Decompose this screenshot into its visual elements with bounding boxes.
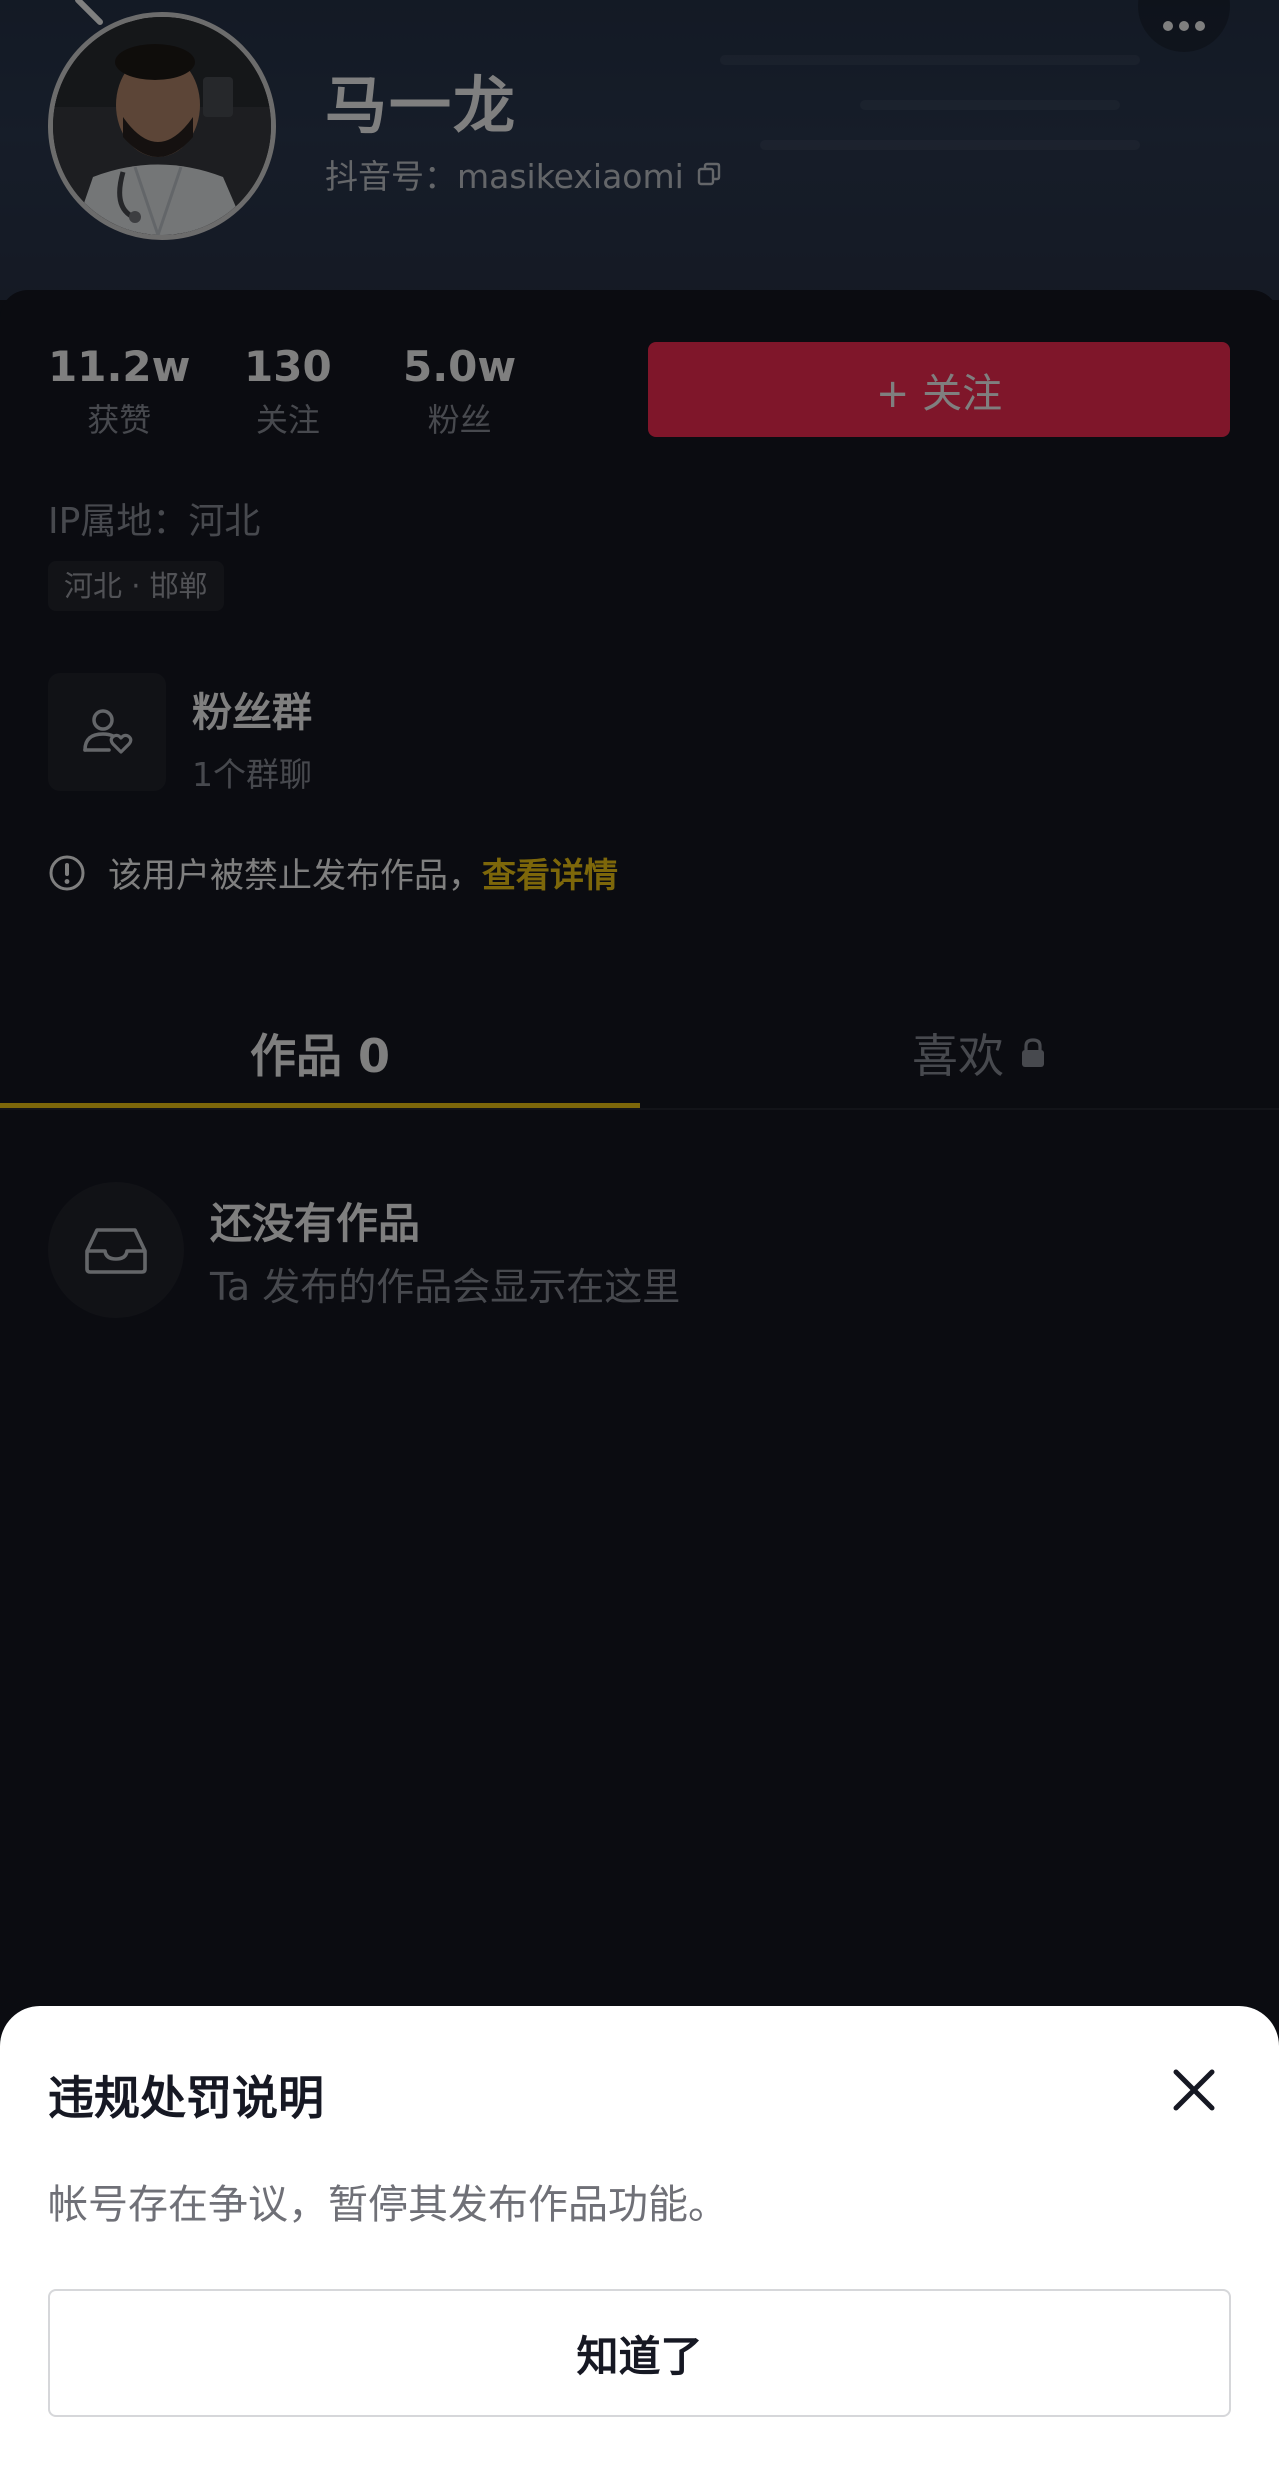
acknowledge-button[interactable]: 知道了 (48, 2289, 1231, 2417)
penalty-sheet: 违规处罚说明 帐号存在争议，暂停其发布作品功能。 知道了 (0, 2006, 1279, 2483)
sheet-title: 违规处罚说明 (48, 2071, 324, 2125)
sheet-body: 帐号存在争议，暂停其发布作品功能。 (48, 2182, 728, 2228)
profile-page: 马一龙 抖音号：masikexiaomi 11.2w 获赞 130 关注 5.0… (0, 0, 1279, 2483)
close-icon[interactable] (1168, 2064, 1220, 2116)
